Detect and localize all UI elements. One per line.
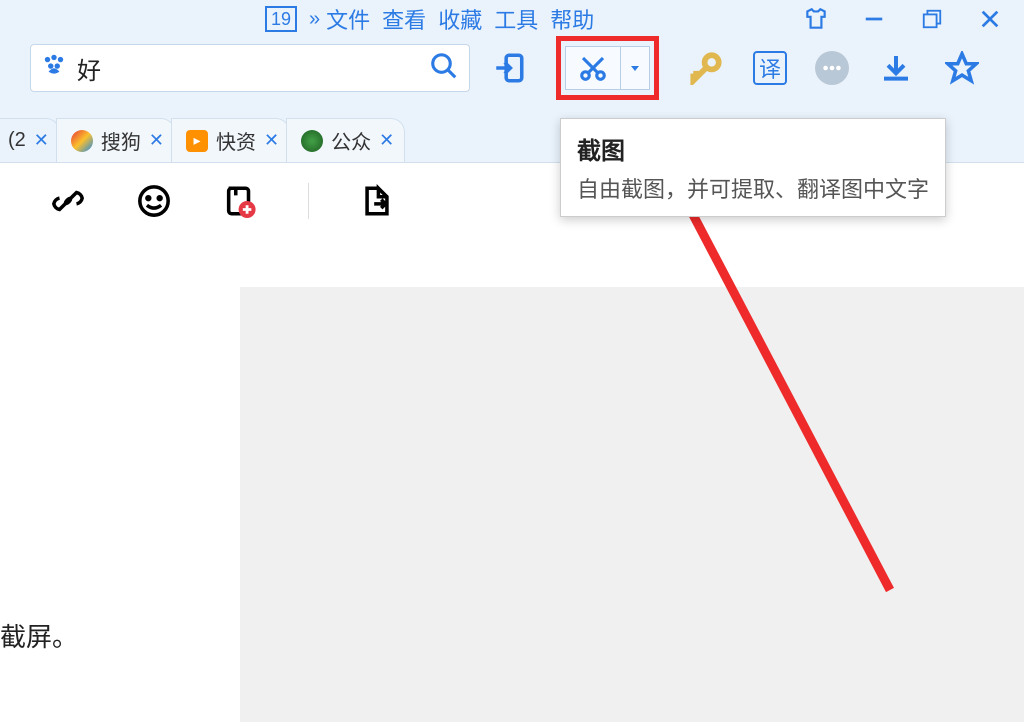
tab-3[interactable]: 公众 ✕ [286,118,405,162]
tooltip-description: 自由截图，并可提取、翻译图中文字 [577,172,929,204]
tooltip-title: 截图 [577,131,929,166]
more-dots-icon[interactable] [815,51,849,85]
minimize-icon[interactable] [860,5,888,33]
tab-label: (2 [8,129,26,152]
menu-view[interactable]: 查看 [382,3,426,35]
menu-help[interactable]: 帮助 [550,3,594,35]
tab-2[interactable]: ▸ 快资 ✕ [171,118,290,162]
search-input[interactable] [77,54,419,82]
sogou-icon [71,130,93,152]
restore-icon[interactable] [918,5,946,33]
bottom-text: 截屏。 [0,617,78,654]
tab-close-icon[interactable]: ✕ [34,130,49,151]
tab-close-icon[interactable]: ✕ [379,130,394,151]
tab-label: 公众 [331,126,371,155]
screenshot-highlight [556,36,659,100]
toolbar-row: 译 [0,38,1024,98]
tab-label: 快资 [216,126,256,155]
scissors-icon[interactable] [566,47,621,89]
content-area: 截屏。 [0,162,1024,722]
kuai-icon: ▸ [186,130,208,152]
screenshot-dropdown[interactable] [621,47,649,89]
search-box[interactable] [30,44,470,92]
close-icon[interactable] [976,5,1004,33]
wechat-icon [301,130,323,152]
tab-1[interactable]: 搜狗 ✕ [56,118,175,162]
tab-close-icon[interactable]: ✕ [264,130,279,151]
more-icon[interactable]: » [309,8,314,31]
key-icon[interactable] [687,49,725,87]
search-icon[interactable] [429,51,459,86]
login-icon[interactable] [490,49,528,87]
divider [308,183,309,219]
link-icon[interactable] [50,183,86,219]
menu-favorites[interactable]: 收藏 [438,3,482,35]
add-file-icon[interactable] [222,183,258,219]
content-panel [240,287,1024,722]
screenshot-button[interactable] [565,46,650,90]
favorite-star-icon[interactable] [943,49,981,87]
smiley-icon[interactable] [136,183,172,219]
skin-icon[interactable] [802,5,830,33]
screenshot-tooltip: 截图 自由截图，并可提取、翻译图中文字 [560,118,946,217]
download-icon[interactable] [877,49,915,87]
baidu-icon [41,52,67,84]
tab-close-icon[interactable]: ✕ [149,130,164,151]
date-badge: 19 [265,6,297,32]
menu-tools[interactable]: 工具 [494,3,538,35]
translate-button[interactable]: 译 [753,51,787,85]
menu-file[interactable]: 文件 [326,3,370,35]
menu-bar: 19 » 文件 查看 收藏 工具 帮助 [0,0,1024,38]
tab-0[interactable]: (2 ✕ [0,118,60,162]
tab-label: 搜狗 [101,126,141,155]
export-icon[interactable] [359,183,395,219]
